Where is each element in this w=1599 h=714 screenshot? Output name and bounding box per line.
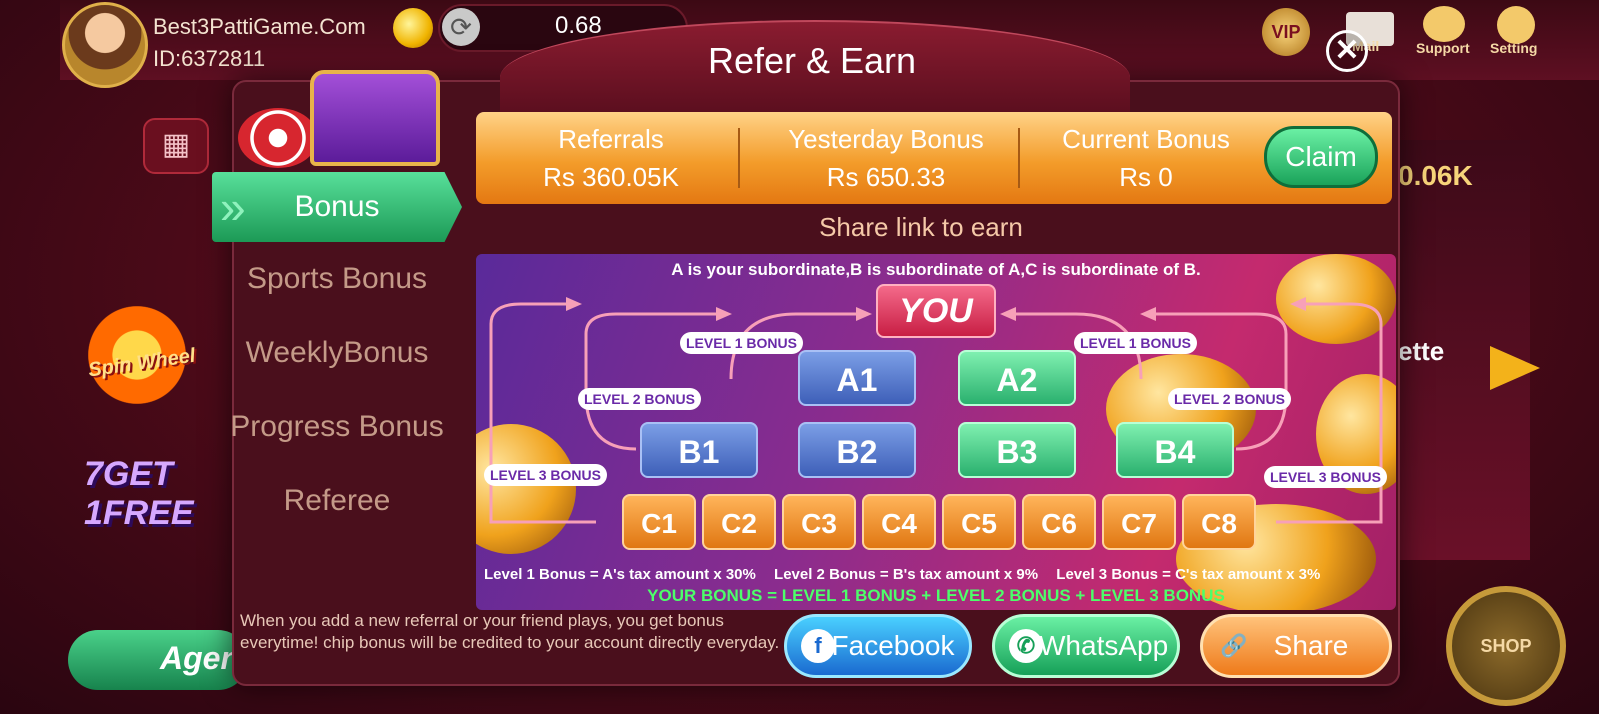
user-name: Best3PattiGame.Com — [153, 14, 366, 39]
node-b3: B3 — [958, 422, 1076, 478]
stat-yesterday-bonus: Yesterday Bonus Rs 650.33 — [766, 120, 1006, 196]
node-c7: C7 — [1102, 494, 1176, 550]
node-b4: B4 — [1116, 422, 1234, 478]
stat-referrals: Referrals Rs 360.05K — [496, 120, 726, 196]
facebook-button[interactable]: f Facebook — [784, 614, 972, 678]
node-c6: C6 — [1022, 494, 1096, 550]
treasure-chest-icon — [310, 70, 440, 166]
menu-grid-icon[interactable]: ▦ — [143, 118, 209, 174]
share-prompt: Share link to earn — [819, 212, 1023, 242]
support-icon[interactable] — [1423, 6, 1465, 42]
node-c1: C1 — [622, 494, 696, 550]
tab-progress-bonus[interactable]: Progress Bonus — [212, 410, 462, 444]
footer-note: When you add a new referral or your frie… — [240, 611, 780, 652]
coin-icon — [393, 8, 433, 48]
facebook-icon: f — [801, 629, 835, 663]
shop-button[interactable]: SHOP — [1446, 586, 1566, 706]
claim-button[interactable]: Claim — [1264, 126, 1378, 188]
tab-label: Bonus — [294, 190, 380, 223]
tab-weekly-bonus[interactable]: WeeklyBonus — [212, 336, 462, 370]
stat-current-label: Current Bonus — [1062, 124, 1230, 154]
setting-label: Setting — [1490, 40, 1538, 56]
agent-label: Agen — [160, 640, 240, 676]
game-lobby: Best3PattiGame.Com ID:6372811 ⟳ 0.68 VIP… — [0, 0, 1599, 714]
setting-icon[interactable] — [1497, 6, 1535, 44]
tab-bonus[interactable]: Bonus — [212, 172, 462, 242]
support-label: Support — [1416, 40, 1470, 56]
tab-referee[interactable]: Referee — [212, 484, 462, 518]
stat-current-bonus: Current Bonus Rs 0 — [1046, 120, 1246, 196]
node-a2: A2 — [958, 350, 1076, 406]
node-a1: A1 — [798, 350, 916, 406]
facebook-label: Facebook — [831, 630, 955, 661]
stats-bar: Referrals Rs 360.05K Yesterday Bonus Rs … — [476, 112, 1392, 204]
diagram-caption: A is your subordinate,B is subordinate o… — [671, 260, 1201, 279]
whatsapp-label: WhatsApp — [1039, 630, 1169, 661]
vip-icon[interactable]: VIP — [1262, 8, 1310, 56]
formula-level-2: Level 2 Bonus = B's tax amount x 9% — [774, 566, 1039, 583]
node-c5: C5 — [942, 494, 1016, 550]
whatsapp-button[interactable]: ✆ WhatsApp — [992, 614, 1180, 678]
stat-referrals-value: Rs 360.05K — [543, 162, 679, 192]
node-c2: C2 — [702, 494, 776, 550]
referral-diagram: A is your subordinate,B is subordinate o… — [476, 254, 1396, 610]
node-c3: C3 — [782, 494, 856, 550]
share-label: Share — [1273, 630, 1349, 661]
stat-referrals-label: Referrals — [558, 124, 664, 154]
arrow-right-icon[interactable] — [1490, 346, 1540, 390]
get-one-free-icon[interactable]: 7GET 1FREE — [84, 455, 194, 535]
stat-divider — [1018, 128, 1020, 188]
level-3-tag: LEVEL 3 BONUS — [1264, 466, 1387, 488]
right-panel-value: 0.06K — [1398, 160, 1473, 191]
modal-title: Refer & Earn — [707, 40, 917, 81]
tab-sports-bonus[interactable]: Sports Bonus — [212, 262, 462, 296]
stat-yesterday-value: Rs 650.33 — [826, 162, 946, 192]
formula-level-3: Level 3 Bonus = C's tax amount x 3% — [1056, 566, 1321, 583]
stat-current-value: Rs 0 — [1119, 162, 1173, 192]
node-c8: C8 — [1182, 494, 1256, 550]
stat-yesterday-label: Yesterday Bonus — [788, 124, 984, 154]
right-panel-label: ette — [1398, 336, 1445, 366]
stat-divider — [738, 128, 740, 188]
level-2-tag: LEVEL 2 BONUS — [578, 388, 701, 410]
node-b2: B2 — [798, 422, 916, 478]
avatar[interactable] — [62, 2, 148, 88]
user-id: ID:6372811 — [153, 46, 266, 71]
whatsapp-icon: ✆ — [1009, 629, 1043, 663]
level-1-tag: LEVEL 1 BONUS — [1074, 332, 1197, 354]
share-button[interactable]: 🔗 Share — [1200, 614, 1392, 678]
level-1-tag: LEVEL 1 BONUS — [680, 332, 803, 354]
bonus-formula: Level 1 Bonus = A's tax amount x 30% Lev… — [484, 566, 1394, 583]
chips-icon — [238, 108, 318, 168]
refresh-icon[interactable]: ⟳ — [442, 8, 480, 46]
level-2-tag: LEVEL 2 BONUS — [1168, 388, 1291, 410]
node-c4: C4 — [862, 494, 936, 550]
your-bonus-formula: YOUR BONUS = LEVEL 1 BONUS + LEVEL 2 BON… — [647, 586, 1225, 605]
formula-level-1: Level 1 Bonus = A's tax amount x 30% — [484, 566, 756, 583]
link-icon: 🔗 — [1220, 633, 1248, 658]
node-b1: B1 — [640, 422, 758, 478]
you-node: YOU — [876, 284, 996, 338]
close-button[interactable]: ✕ — [1326, 30, 1368, 72]
level-3-tag: LEVEL 3 BONUS — [484, 464, 607, 486]
